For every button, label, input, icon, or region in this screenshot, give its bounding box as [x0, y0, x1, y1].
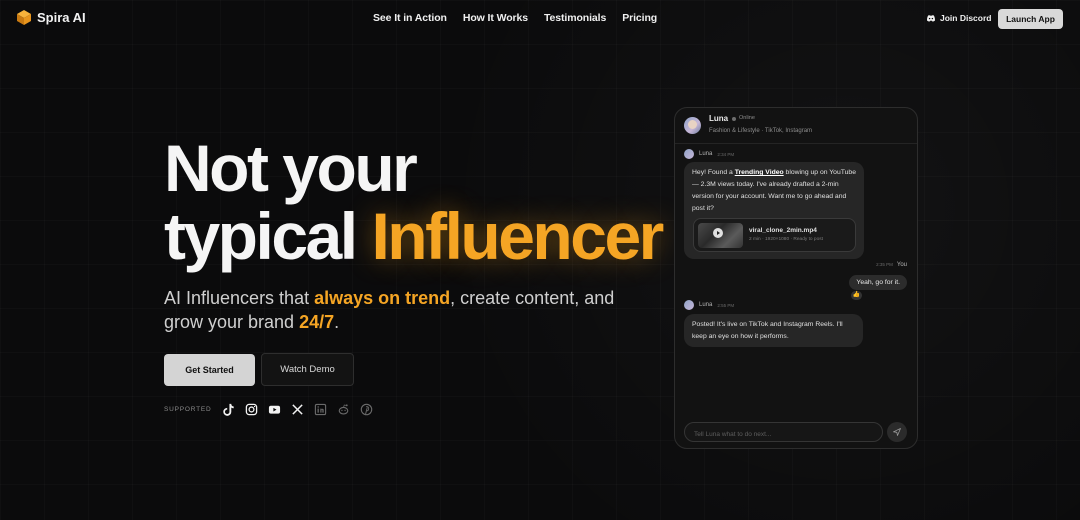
- supported-label: SUPPORTED: [164, 405, 212, 413]
- nav-link-pricing[interactable]: Pricing: [622, 12, 657, 24]
- supported-platforms: SUPPORTED: [164, 402, 383, 416]
- chat-header: Luna Online Fashion & Lifestyle · TikTok…: [675, 108, 917, 144]
- user-message-bubble: Yeah, go for it.: [849, 275, 907, 290]
- message-time: 2:34 PM: [717, 151, 735, 157]
- subtitle-part3: .: [334, 312, 340, 332]
- video-attachment[interactable]: viral_clone_2min.mp4 2 min · 1920×1080 ·…: [693, 218, 856, 252]
- hero-subtitle: AI Influencers that always on trend, cre…: [164, 286, 634, 334]
- luna-small-avatar: [684, 300, 694, 310]
- instagram-icon[interactable]: [245, 402, 259, 416]
- luna-small-avatar: [684, 149, 694, 159]
- join-discord-label: Join Discord: [940, 13, 992, 23]
- pinterest-icon[interactable]: [360, 402, 374, 416]
- chat-input[interactable]: [685, 425, 882, 444]
- agent-description: Fashion & Lifestyle · TikTok, Instagram: [709, 128, 813, 134]
- message-sender: Luna: [699, 302, 713, 308]
- user-sender-label: You: [896, 262, 907, 268]
- attachment-meta: 2 min · 1920×1080 · Ready to post: [749, 237, 823, 242]
- agent-name: Luna: [709, 114, 729, 123]
- subtitle-highlight-trend: always on trend: [314, 288, 451, 308]
- linkedin-icon[interactable]: [314, 402, 328, 416]
- message-text-before: Hey! Found a: [692, 169, 735, 176]
- reddit-icon[interactable]: [337, 402, 351, 416]
- nav-link-how-it-works[interactable]: How It Works: [463, 12, 528, 24]
- play-icon[interactable]: [713, 228, 723, 238]
- subtitle-part1: AI Influencers that: [164, 288, 315, 308]
- hero-title-line1: Not your: [164, 131, 418, 205]
- youtube-icon[interactable]: [268, 402, 282, 416]
- discord-icon: [927, 15, 935, 22]
- nav-links: See It in Action How It Works Testimonia…: [373, 12, 657, 24]
- hero-title-line2: typical Influencer: [164, 199, 664, 273]
- subtitle-highlight-247: 24/7: [299, 312, 335, 332]
- join-discord-link[interactable]: Join Discord: [926, 13, 991, 23]
- hero-title-accent: Influencer: [371, 199, 664, 273]
- cube-logo-icon: [17, 10, 31, 25]
- top-nav: Spira AI See It in Action How It Works T…: [0, 0, 1080, 38]
- tiktok-icon[interactable]: [222, 402, 236, 416]
- launch-app-button[interactable]: Launch App: [998, 9, 1063, 29]
- get-started-button[interactable]: Get Started: [164, 354, 255, 386]
- hero-title: Not your typical Influencer: [164, 131, 664, 273]
- attachment-filename: viral_clone_2min.mp4: [749, 227, 817, 234]
- watch-demo-button[interactable]: Watch Demo: [261, 353, 354, 386]
- trending-video-link[interactable]: Trending Video: [735, 169, 784, 176]
- thumbs-up-reaction-icon[interactable]: 👍: [851, 291, 862, 300]
- user-message-meta: 2:35 PM You: [876, 262, 907, 268]
- chat-panel: Luna Online Fashion & Lifestyle · TikTok…: [674, 107, 918, 449]
- x-icon[interactable]: [291, 402, 305, 416]
- user-message-time: 2:35 PM: [876, 262, 893, 267]
- nav-link-see-it-in-action[interactable]: See It in Action: [373, 12, 447, 24]
- online-status-text: Online: [739, 115, 755, 121]
- message-meta: Luna 2:55 PM: [684, 300, 734, 310]
- brand-name: Spira AI: [37, 10, 86, 25]
- message-time: 2:55 PM: [717, 302, 735, 308]
- hero-title-plain: typical: [164, 199, 372, 273]
- message-meta: Luna 2:34 PM: [684, 149, 734, 159]
- message-sender: Luna: [699, 151, 713, 157]
- agent-message-bubble: Posted! It's live on TikTok and Instagra…: [684, 314, 863, 347]
- send-button[interactable]: [887, 422, 907, 442]
- brand-logo[interactable]: Spira AI: [17, 10, 86, 25]
- chat-input-wrapper: [684, 422, 883, 444]
- online-status-dot: [732, 117, 736, 121]
- luna-avatar: [684, 117, 701, 134]
- send-icon: [893, 428, 901, 436]
- nav-link-testimonials[interactable]: Testimonials: [544, 12, 606, 24]
